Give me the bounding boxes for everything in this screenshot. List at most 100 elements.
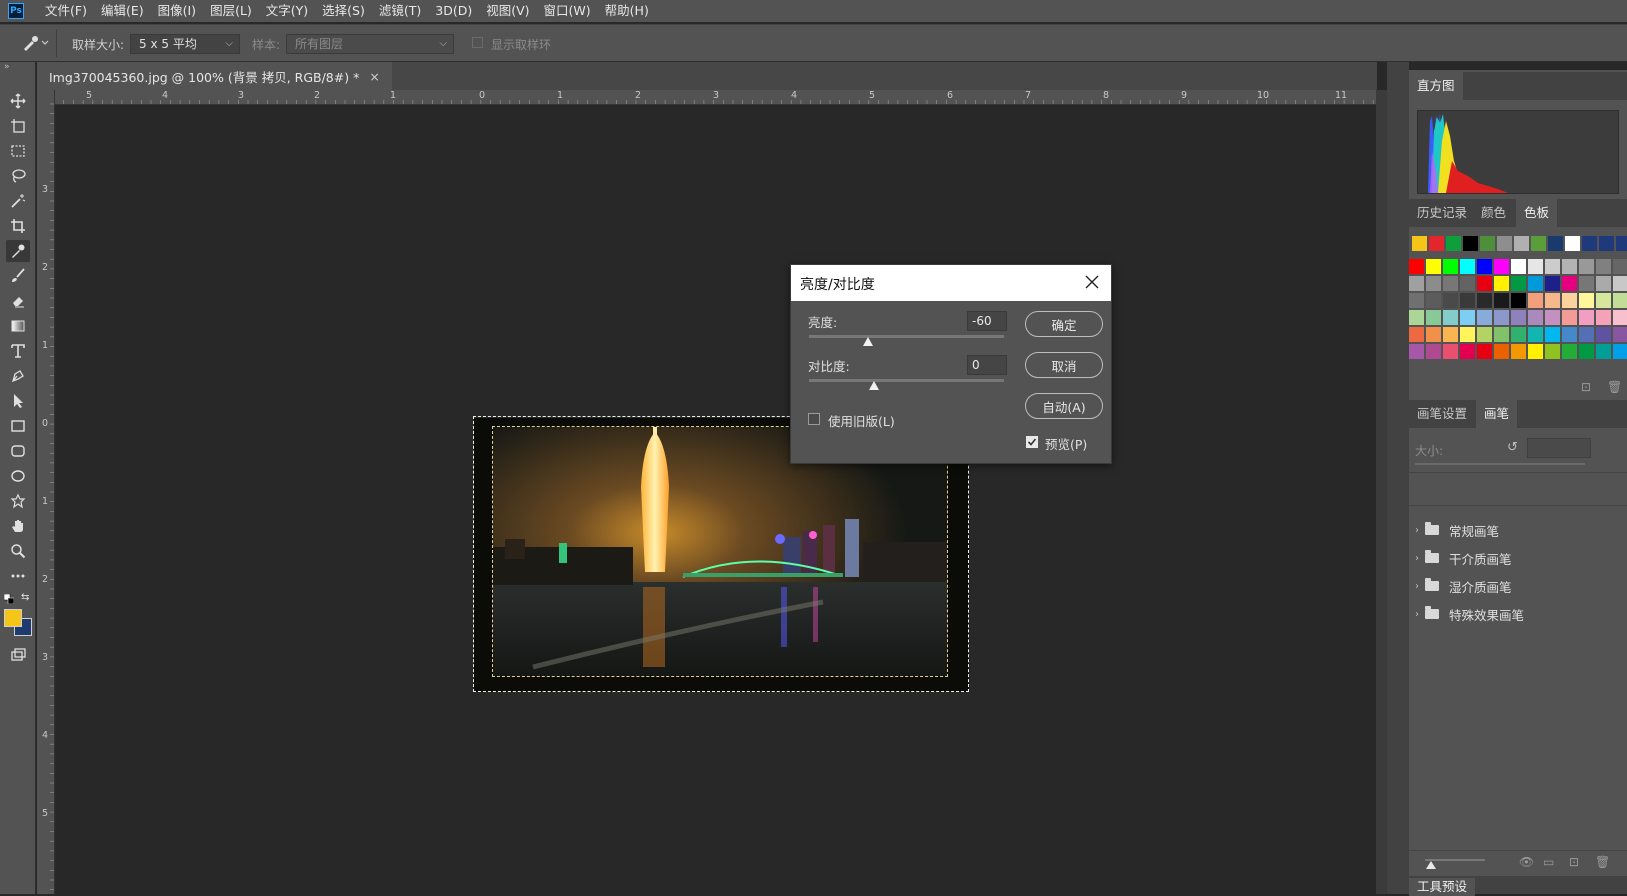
rounded-rectangle-tool-icon[interactable] xyxy=(6,440,30,462)
color-swatch[interactable] xyxy=(1409,276,1424,291)
new-swatch-icon[interactable]: ⊡ xyxy=(1581,380,1591,394)
rectangle-tool-icon[interactable] xyxy=(6,415,30,437)
color-swatch[interactable] xyxy=(1613,293,1627,308)
color-swatch[interactable] xyxy=(1460,259,1475,274)
color-swatch[interactable] xyxy=(1545,293,1560,308)
color-swatch[interactable] xyxy=(1528,259,1543,274)
color-swatch[interactable] xyxy=(1494,327,1509,342)
color-swatch[interactable] xyxy=(1514,236,1529,251)
color-swatch[interactable] xyxy=(1548,236,1563,251)
color-swatch[interactable] xyxy=(1477,293,1492,308)
color-swatch[interactable] xyxy=(1616,236,1627,251)
color-swatch[interactable] xyxy=(1528,293,1543,308)
color-swatch[interactable] xyxy=(1426,276,1441,291)
eraser-tool-icon[interactable] xyxy=(6,290,30,312)
swap-colors-icon[interactable]: ⇆ xyxy=(21,592,29,603)
gradient-tool-icon[interactable] xyxy=(6,315,30,337)
color-swatch[interactable] xyxy=(1443,344,1458,359)
type-tool-icon[interactable] xyxy=(6,340,30,362)
hand-tool-icon[interactable] xyxy=(6,515,30,537)
color-swatch[interactable] xyxy=(1494,259,1509,274)
color-swatch[interactable] xyxy=(1613,276,1627,291)
eyedropper-tool-icon[interactable] xyxy=(6,240,30,262)
eyedropper-tool-preset-icon[interactable] xyxy=(20,33,50,56)
color-swatch[interactable] xyxy=(1443,327,1458,342)
color-swatch[interactable] xyxy=(1443,259,1458,274)
zoom-tool-icon[interactable] xyxy=(6,540,30,562)
menu-select[interactable]: 选择(S) xyxy=(315,0,372,22)
color-swatch[interactable] xyxy=(1480,236,1495,251)
color-swatch[interactable] xyxy=(1545,276,1560,291)
collapse-icon[interactable]: » xyxy=(4,62,10,72)
brush-group-special[interactable]: › 特殊效果画笔 xyxy=(1409,600,1627,628)
tab-histogram[interactable]: 直方图 xyxy=(1409,72,1463,100)
brush-group-general[interactable]: › 常规画笔 xyxy=(1409,516,1627,544)
color-swatch[interactable] xyxy=(1596,276,1611,291)
magic-wand-tool-icon[interactable] xyxy=(6,190,30,212)
ok-button[interactable]: 确定 xyxy=(1025,311,1103,337)
color-swatch[interactable] xyxy=(1426,344,1441,359)
crop-tool-icon[interactable] xyxy=(6,215,30,237)
color-swatch[interactable] xyxy=(1596,310,1611,325)
pen-tool-icon[interactable] xyxy=(6,365,30,387)
folder-add-icon[interactable]: ▭ xyxy=(1543,855,1554,869)
trash-icon[interactable]: 🗑 xyxy=(1595,855,1610,869)
show-ring-checkbox[interactable] xyxy=(472,37,483,48)
color-swatch[interactable] xyxy=(1477,310,1492,325)
color-swatch[interactable] xyxy=(1511,310,1526,325)
menu-3d[interactable]: 3D(D) xyxy=(428,0,479,22)
color-swatch[interactable] xyxy=(1582,236,1597,251)
color-swatch[interactable] xyxy=(1613,259,1627,274)
color-swatch[interactable] xyxy=(1562,293,1577,308)
color-swatch[interactable] xyxy=(1596,293,1611,308)
color-swatch[interactable] xyxy=(1443,276,1458,291)
reset-icon[interactable]: ↺ xyxy=(1507,440,1518,455)
vertical-scrollbar[interactable] xyxy=(1376,90,1387,894)
color-swatch[interactable] xyxy=(1409,293,1424,308)
menu-image[interactable]: 图像(I) xyxy=(151,0,203,22)
color-swatch[interactable] xyxy=(1463,236,1478,251)
color-swatch[interactable] xyxy=(1562,259,1577,274)
menu-view[interactable]: 视图(V) xyxy=(479,0,536,22)
color-swatch[interactable] xyxy=(1528,344,1543,359)
color-swatch[interactable] xyxy=(1596,259,1611,274)
color-swatch[interactable] xyxy=(1528,327,1543,342)
more-tools-icon[interactable] xyxy=(6,565,30,587)
color-swatch[interactable] xyxy=(1511,344,1526,359)
color-swatch[interactable] xyxy=(1579,310,1594,325)
menu-window[interactable]: 窗口(W) xyxy=(537,0,598,22)
color-swatch[interactable] xyxy=(1511,327,1526,342)
color-swatch[interactable] xyxy=(1545,344,1560,359)
color-swatch[interactable] xyxy=(1579,327,1594,342)
menu-filter[interactable]: 滤镜(T) xyxy=(372,0,428,22)
color-swatch[interactable] xyxy=(1565,236,1580,251)
color-swatch[interactable] xyxy=(1562,344,1577,359)
document-tab[interactable]: Img370045360.jpg @ 100% (背景 拷贝, RGB/8#) … xyxy=(37,62,392,90)
contrast-slider-track[interactable] xyxy=(809,379,1004,382)
color-swatch[interactable] xyxy=(1579,276,1594,291)
color-swatch[interactable] xyxy=(1429,236,1444,251)
legacy-checkbox[interactable] xyxy=(808,413,820,425)
color-swatch[interactable] xyxy=(1409,310,1424,325)
color-swatch[interactable] xyxy=(1460,327,1475,342)
color-swatch[interactable] xyxy=(1409,344,1424,359)
new-brush-icon[interactable]: ⊡ xyxy=(1569,855,1579,869)
color-swatch[interactable] xyxy=(1494,293,1509,308)
tab-history[interactable]: 历史记录 xyxy=(1409,199,1475,227)
color-swatch[interactable] xyxy=(1426,310,1441,325)
color-swatch[interactable] xyxy=(1443,293,1458,308)
menu-type[interactable]: 文字(Y) xyxy=(259,0,315,22)
tab-tool-presets[interactable]: 工具预设 xyxy=(1409,878,1476,896)
marquee-tool-icon[interactable] xyxy=(6,140,30,162)
lasso-tool-icon[interactable] xyxy=(6,165,30,187)
tab-brushes[interactable]: 画笔 xyxy=(1476,400,1518,428)
color-swatch[interactable] xyxy=(1596,327,1611,342)
color-swatch[interactable] xyxy=(1531,236,1546,251)
artboard-tool-icon[interactable] xyxy=(6,115,30,137)
ellipse-tool-icon[interactable] xyxy=(6,465,30,487)
contrast-slider-thumb[interactable] xyxy=(869,381,879,390)
close-tab-icon[interactable]: × xyxy=(369,69,379,84)
color-swatch[interactable] xyxy=(1412,236,1427,251)
tab-brush-settings[interactable]: 画笔设置 xyxy=(1409,400,1475,428)
color-swatch[interactable] xyxy=(1443,310,1458,325)
